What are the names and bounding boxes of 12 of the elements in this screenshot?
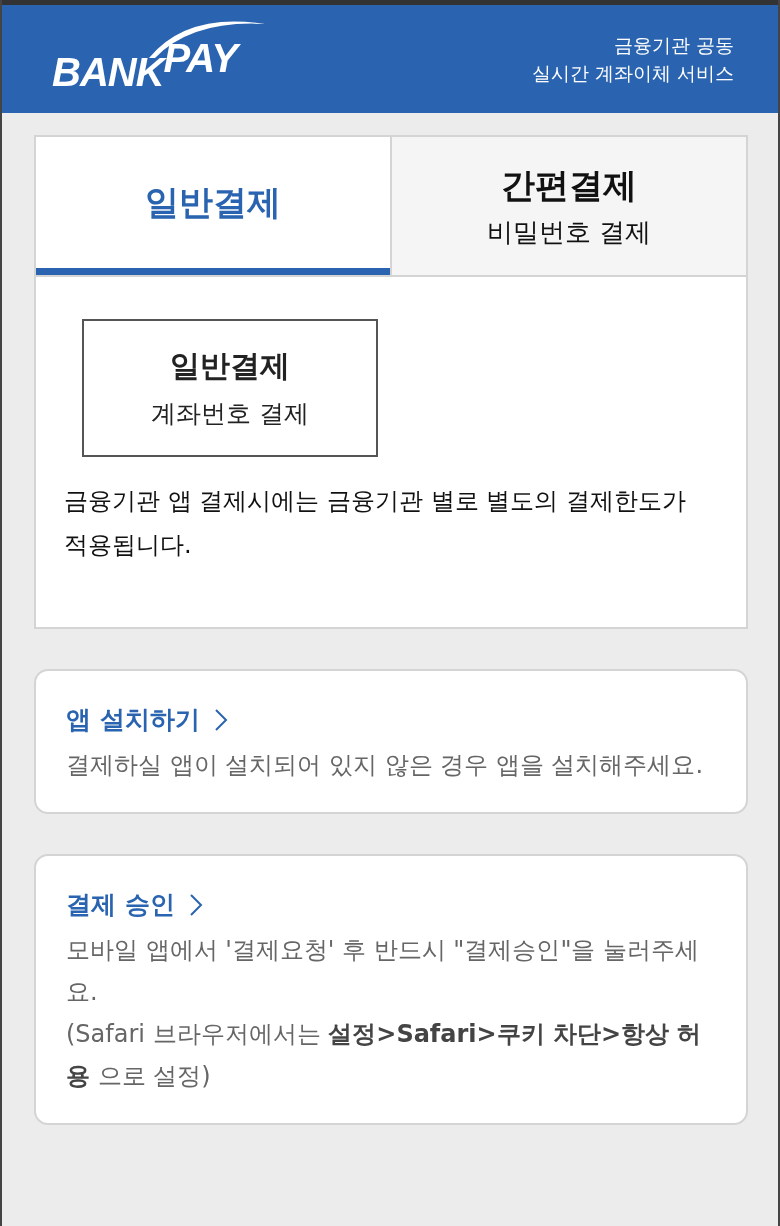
card-description: 결제하실 앱이 설치되어 있지 않은 경우 앱을 설치해주세요. (66, 750, 705, 781)
card-description: (Safari 브라우저에서는 설정>Safari>쿠키 차단>항상 허용 으로 설정) (66, 1019, 703, 1092)
card-link[interactable]: 앱 설치하기 (66, 703, 200, 736)
notice-text: 금융기관 앱 결제시에는 금융기관 별로 별도의 결제한도가 적용됩니다. (64, 486, 687, 561)
tagline: 금융기관 공동 (613, 33, 734, 58)
chevron-icon[interactable] (188, 892, 203, 917)
card-link[interactable]: 결제 승인 (66, 888, 175, 921)
card-description: 모바일 앱에서 '결제요청' 후 반드시 "결제승인"을 눌러주세요. (66, 935, 701, 1008)
tab[interactable]: 간편결제 비밀번호 결제 (390, 137, 746, 275)
tagline: 실시간 계좌이체 서비스 (531, 61, 734, 86)
chevron-icon[interactable] (213, 707, 228, 732)
payment-option-button[interactable]: 일반결제 계좌번호 결제 (82, 319, 378, 457)
